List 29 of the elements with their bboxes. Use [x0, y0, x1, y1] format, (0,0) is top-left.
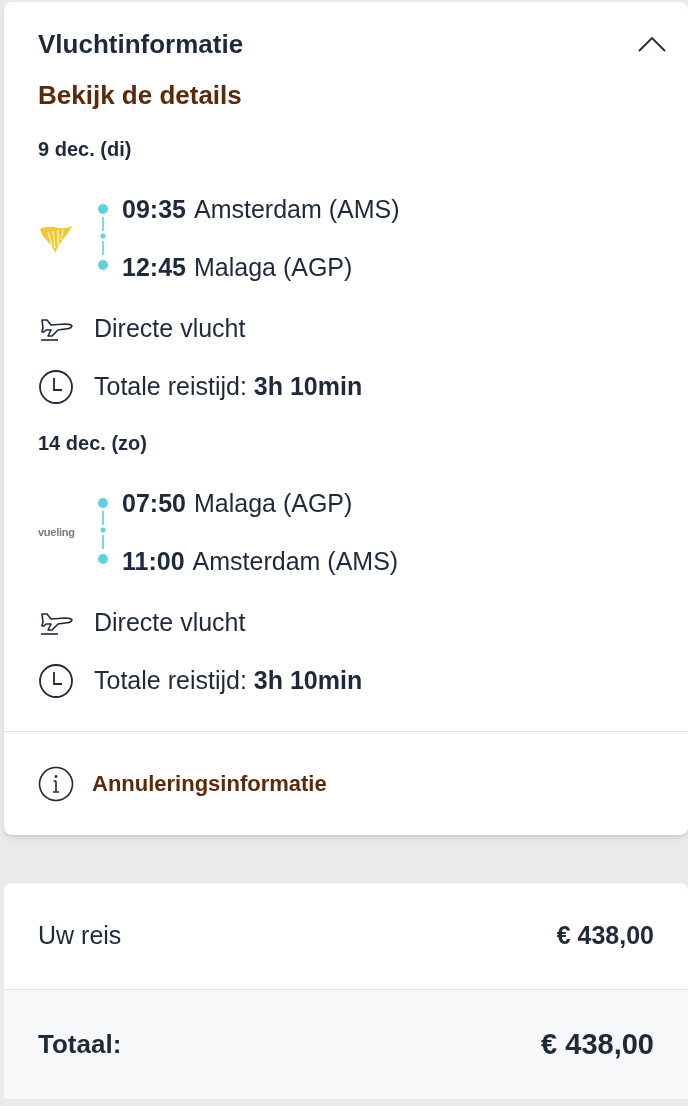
flight-type: Directe vlucht [94, 607, 246, 639]
airport-name: Amsterdam (AMS) [193, 194, 400, 225]
price-label: Uw reis [38, 920, 122, 952]
airline-logo: vueling [38, 524, 75, 540]
flight-type: Directe vlucht [94, 313, 246, 345]
flight-time: 07:50 [122, 488, 186, 519]
clock-icon [38, 369, 74, 405]
flight-time: 09:35 [122, 194, 186, 225]
cancellation-link[interactable]: Annuleringsinformatie [92, 767, 327, 800]
airplane-icon [38, 317, 74, 341]
flight-time: 11:00 [122, 546, 185, 577]
total-amount: € 438,00 [541, 1026, 654, 1062]
airport-name: Amsterdam (AMS) [192, 546, 399, 577]
route-line-icon [96, 203, 110, 273]
flight-date: 14 dec. (zo) [38, 431, 148, 456]
travel-duration: Totale reistijd: 3h 10min [94, 665, 363, 697]
total-label: Totaal: [38, 1028, 122, 1061]
airplane-icon [38, 611, 74, 635]
details-link[interactable]: Bekijk de details [38, 76, 654, 115]
flight-time: 12:45 [122, 252, 186, 283]
card-title: Vluchtinformatie [38, 27, 244, 61]
flight-date: 9 dec. (di) [38, 137, 133, 162]
airport-name: Malaga (AGP) [193, 252, 353, 283]
price-amount: € 438,00 [556, 920, 654, 952]
airport-name: Malaga (AGP) [193, 488, 353, 519]
clock-icon [38, 663, 74, 699]
travel-duration: Totale reistijd: 3h 10min [94, 371, 363, 403]
info-icon [38, 765, 74, 802]
route-line-icon [96, 497, 110, 567]
